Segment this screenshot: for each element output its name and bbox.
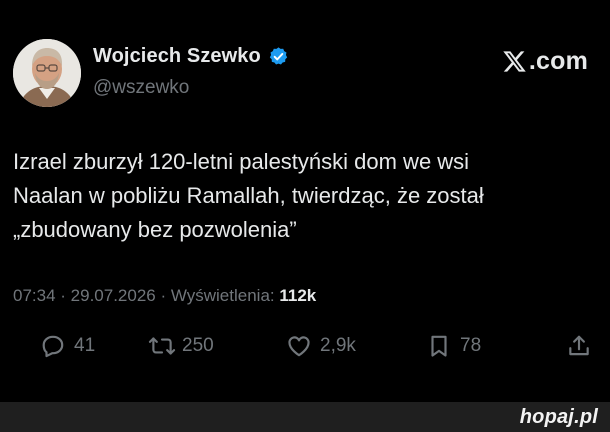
tweet-text-line: „zbudowany bez pozwolenia” (13, 217, 297, 242)
author-display-name[interactable]: Wojciech Szewko (93, 45, 261, 68)
bookmark-button[interactable]: 78 (426, 328, 481, 364)
views-count: 112k (279, 286, 317, 305)
tweet-meta: 07:34 · 29.07.2026 · Wyświetlenia: 112k (13, 286, 316, 306)
author-name-row: Wojciech Szewko (93, 45, 289, 68)
repost-count: 250 (182, 335, 214, 356)
action-bar: 41 250 2,9k 78 (0, 328, 610, 364)
bookmark-count: 78 (460, 335, 482, 356)
avatar-image (13, 39, 81, 107)
reply-count: 41 (74, 335, 96, 356)
share-button[interactable] (566, 328, 592, 364)
x-logo-icon (502, 49, 527, 74)
author-handle[interactable]: @wszewko (93, 77, 189, 99)
share-icon (566, 333, 592, 359)
meta-separator: · (155, 286, 171, 305)
brand-domain: .com (528, 47, 588, 75)
watermark-bar: hopaj.pl (0, 402, 610, 432)
tweet-date[interactable]: 29.07.2026 (71, 286, 156, 305)
tweet-text-line: Naalan w pobliżu Ramallah, twierdząc, że… (13, 183, 484, 208)
like-button[interactable]: 2,9k (286, 328, 356, 364)
heart-icon (286, 333, 312, 359)
tweet-text-line: Izrael zburzył 120-letni palestyński dom… (13, 149, 470, 174)
tweet-time[interactable]: 07:34 (13, 286, 56, 305)
repost-button[interactable]: 250 (148, 328, 214, 364)
brand-logo: .com (502, 47, 588, 76)
comment-icon (40, 333, 66, 359)
site-watermark: hopaj.pl (519, 406, 598, 428)
views-label: Wyświetlenia: (170, 286, 280, 305)
verified-badge-icon (268, 46, 289, 67)
avatar[interactable] (13, 39, 81, 107)
bookmark-icon (426, 333, 452, 359)
reply-button[interactable]: 41 (40, 328, 95, 364)
meta-separator: · (55, 286, 71, 305)
tweet-text: Izrael zburzył 120-letni palestyński dom… (13, 145, 598, 247)
tweet-card: Wojciech Szewko @wszewko .com Izrael zbu… (0, 0, 610, 402)
repost-icon (148, 333, 176, 359)
like-count: 2,9k (320, 335, 356, 356)
